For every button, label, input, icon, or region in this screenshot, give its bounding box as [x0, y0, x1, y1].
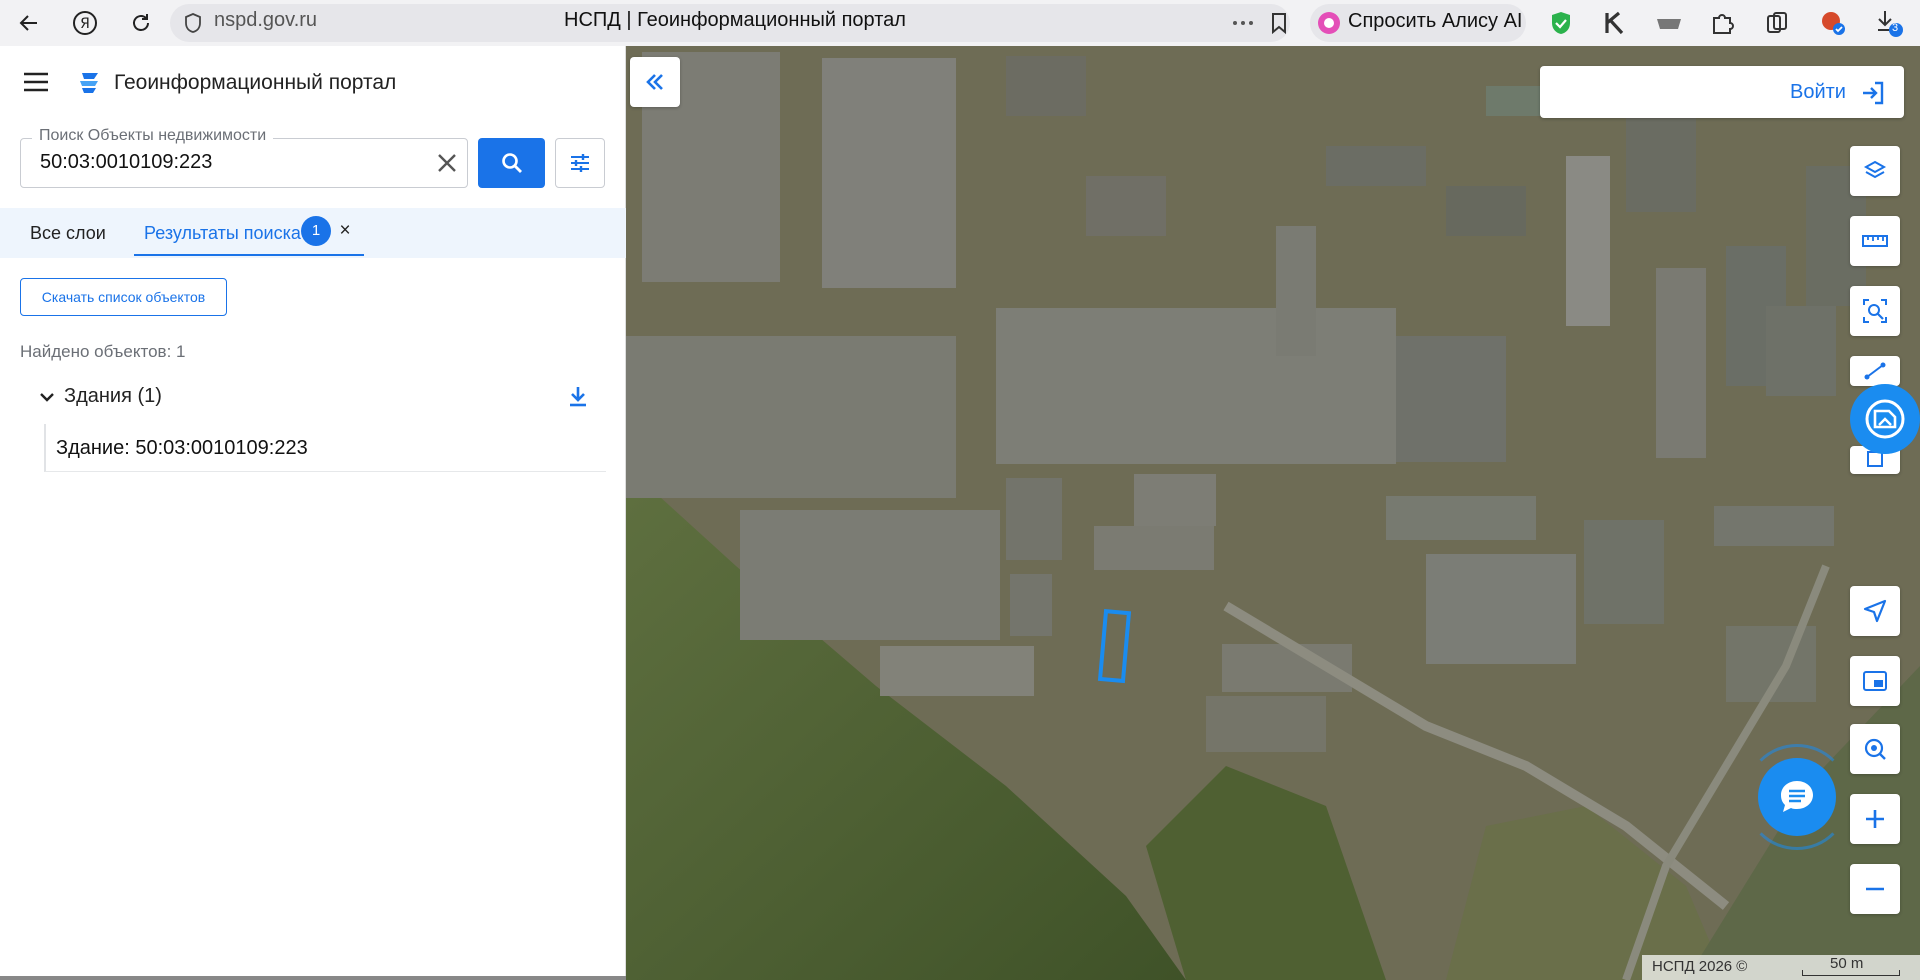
assistant-button[interactable] — [1850, 384, 1920, 454]
profile-avatar-icon[interactable] — [1816, 6, 1850, 40]
search-button[interactable] — [478, 138, 545, 188]
chat-icon — [1781, 781, 1813, 812]
group-buildings-label[interactable]: Здания (1) — [64, 384, 162, 408]
chevron-down-icon[interactable] — [38, 388, 56, 406]
app-title: Геоинформационный портал — [114, 71, 397, 94]
route-icon — [1864, 362, 1886, 380]
zoom-in-button[interactable] — [1850, 794, 1900, 844]
downloads-count: 3 — [1891, 22, 1899, 34]
extension-hat-icon[interactable] — [1652, 6, 1686, 40]
bookmark-icon[interactable] — [1262, 6, 1296, 40]
satellite-imagery — [626, 46, 1920, 980]
sliders-icon — [571, 154, 589, 172]
copyright-text: НСПД 2026 © — [1652, 958, 1748, 975]
ruler-icon — [1862, 235, 1888, 247]
results-count-badge: 1 — [301, 216, 331, 246]
bottom-scroll-track — [0, 976, 626, 980]
plus-icon — [1866, 810, 1884, 828]
yandex-icon[interactable]: Я — [68, 6, 102, 40]
extension-k-icon[interactable] — [1598, 6, 1632, 40]
filter-button[interactable] — [555, 138, 605, 188]
search-icon — [501, 153, 522, 173]
protect-shield-icon[interactable] — [1544, 6, 1578, 40]
search-input-label: Поиск Объекты недвижимости — [32, 127, 274, 145]
location-search-icon — [1864, 738, 1886, 760]
close-results-tab-icon[interactable]: × — [337, 216, 353, 246]
login-label[interactable]: Войти — [1790, 80, 1846, 104]
tab-title: НСПД | Геоинформационный портал — [564, 9, 906, 31]
clear-search-icon[interactable] — [436, 152, 458, 174]
result-item-label[interactable]: Здание: 50:03:0010109:223 — [56, 436, 308, 460]
group-download-icon[interactable] — [566, 384, 590, 408]
route-button[interactable] — [1850, 356, 1900, 386]
chat-button[interactable] — [1758, 758, 1836, 836]
ruler-button[interactable] — [1850, 216, 1900, 266]
download-list-button[interactable]: Скачать список объектов — [20, 278, 227, 316]
menu-icon[interactable] — [22, 70, 50, 94]
address-url[interactable]: nspd.gov.ru — [214, 8, 317, 32]
collections-icon[interactable] — [1760, 6, 1794, 40]
alisa-icon — [1312, 6, 1346, 40]
minus-icon — [1866, 887, 1884, 891]
navigation-arrow-icon — [1863, 599, 1887, 623]
locate-button[interactable] — [1850, 586, 1900, 636]
area-search-icon — [1863, 299, 1887, 323]
nspd-logo-icon — [76, 69, 104, 97]
satellite-map[interactable] — [626, 46, 1920, 980]
area-select-button[interactable] — [1850, 286, 1900, 336]
tab-all-layers[interactable]: Все слои — [30, 208, 106, 258]
site-shield-icon[interactable] — [176, 6, 210, 40]
reload-icon[interactable] — [124, 6, 158, 40]
found-count: Найдено объектов: 1 — [20, 342, 186, 361]
login-button[interactable] — [1540, 66, 1904, 118]
chevrons-left-icon — [646, 74, 663, 90]
active-tab-indicator — [134, 254, 364, 256]
picture-in-picture-icon — [1863, 671, 1887, 691]
scale-bar — [1802, 970, 1900, 976]
collapse-sidebar-button[interactable] — [630, 57, 680, 107]
assistant-icon — [1865, 399, 1905, 439]
alisa-label[interactable]: Спросить Алису AI — [1348, 9, 1522, 33]
tab-search-results[interactable]: Результаты поиска — [144, 208, 301, 258]
layers-button[interactable] — [1850, 146, 1900, 196]
more-icon[interactable] — [1226, 6, 1260, 40]
zoom-out-button[interactable] — [1850, 864, 1900, 914]
login-icon — [1860, 80, 1886, 106]
search-input-value[interactable]: 50:03:0010109:223 — [40, 150, 212, 174]
geolocation-button[interactable] — [1850, 724, 1900, 774]
back-icon[interactable] — [12, 6, 46, 40]
minimap-button[interactable] — [1850, 656, 1900, 706]
layers-icon — [1863, 160, 1887, 179]
extensions-puzzle-icon[interactable] — [1706, 6, 1740, 40]
svg-text:Я: Я — [80, 16, 90, 32]
